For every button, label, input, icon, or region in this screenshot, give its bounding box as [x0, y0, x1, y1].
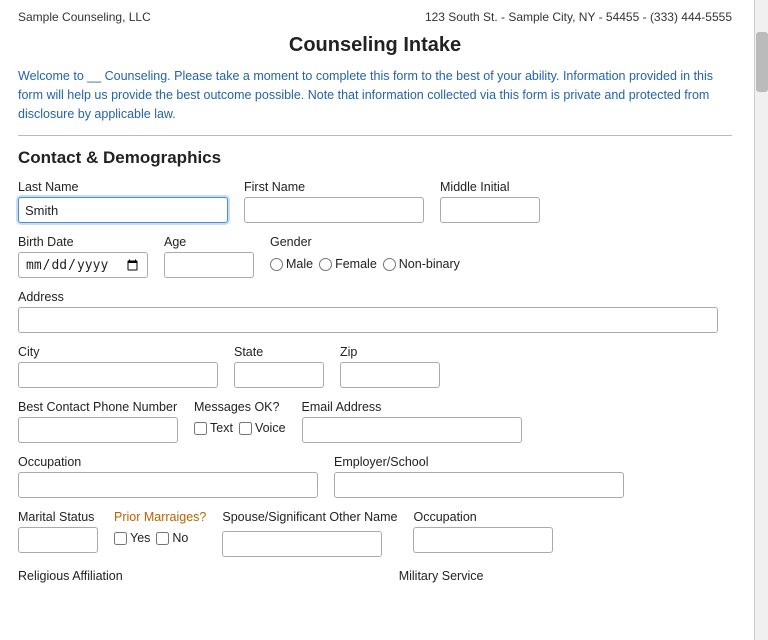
gender-male-option[interactable]: Male	[270, 257, 313, 271]
scrollbar-track	[754, 0, 768, 640]
gender-nonbinary-option[interactable]: Non-binary	[383, 257, 460, 271]
gender-nonbinary-label: Non-binary	[399, 257, 460, 271]
zip-input[interactable]	[340, 362, 440, 388]
state-label: State	[234, 345, 324, 359]
messages-voice-checkbox[interactable]	[239, 422, 252, 435]
birth-date-label: Birth Date	[18, 235, 148, 249]
messages-text-option[interactable]: Text	[194, 421, 233, 435]
company-name: Sample Counseling, LLC	[18, 10, 151, 24]
prior-yes-checkbox[interactable]	[114, 532, 127, 545]
gender-nonbinary-radio[interactable]	[383, 258, 396, 271]
spouse-occupation-label: Occupation	[413, 510, 553, 524]
first-name-label: First Name	[244, 180, 424, 194]
occupation-input[interactable]	[18, 472, 318, 498]
first-name-input[interactable]	[244, 197, 424, 223]
state-input[interactable]	[234, 362, 324, 388]
prior-yes-option[interactable]: Yes	[114, 531, 150, 545]
section-title-contact: Contact & Demographics	[18, 148, 732, 168]
age-input[interactable]	[164, 252, 254, 278]
company-address: 123 South St. - Sample City, NY - 54455 …	[425, 10, 732, 24]
address-input[interactable]	[18, 307, 718, 333]
middle-initial-input[interactable]	[440, 197, 540, 223]
phone-label: Best Contact Phone Number	[18, 400, 178, 414]
gender-female-label: Female	[335, 257, 377, 271]
messages-text-label: Text	[210, 421, 233, 435]
city-input[interactable]	[18, 362, 218, 388]
marital-status-input[interactable]	[18, 527, 98, 553]
employer-input[interactable]	[334, 472, 624, 498]
scrollbar-thumb[interactable]	[756, 32, 768, 92]
prior-marraiges-label: Prior Marraiges?	[114, 510, 206, 524]
messages-label: Messages OK?	[194, 400, 286, 414]
spouse-occupation-input[interactable]	[413, 527, 553, 553]
messages-text-checkbox[interactable]	[194, 422, 207, 435]
gender-label: Gender	[270, 235, 460, 249]
messages-voice-label: Voice	[255, 421, 286, 435]
middle-initial-label: Middle Initial	[440, 180, 540, 194]
spouse-name-label: Spouse/Significant Other Name	[222, 510, 397, 524]
phone-input[interactable]	[18, 417, 178, 443]
military-service-label: Military Service	[399, 569, 484, 583]
gender-female-radio[interactable]	[319, 258, 332, 271]
intro-text: Welcome to __ Counseling. Please take a …	[18, 67, 732, 123]
gender-male-label: Male	[286, 257, 313, 271]
email-input[interactable]	[302, 417, 522, 443]
address-label: Address	[18, 290, 718, 304]
employer-label: Employer/School	[334, 455, 624, 469]
gender-male-radio[interactable]	[270, 258, 283, 271]
prior-yes-label: Yes	[130, 531, 150, 545]
age-label: Age	[164, 235, 254, 249]
last-name-input[interactable]	[18, 197, 228, 223]
religious-affiliation-label: Religious Affiliation	[18, 569, 123, 583]
page-title: Counseling Intake	[18, 34, 732, 57]
birth-date-input[interactable]	[18, 252, 148, 278]
spouse-name-input[interactable]	[222, 531, 382, 557]
marital-status-label: Marital Status	[18, 510, 98, 524]
email-label: Email Address	[302, 400, 522, 414]
gender-female-option[interactable]: Female	[319, 257, 377, 271]
zip-label: Zip	[340, 345, 440, 359]
city-label: City	[18, 345, 218, 359]
prior-no-checkbox[interactable]	[156, 532, 169, 545]
last-name-label: Last Name	[18, 180, 228, 194]
occupation-label: Occupation	[18, 455, 318, 469]
divider	[18, 135, 732, 136]
messages-voice-option[interactable]: Voice	[239, 421, 286, 435]
prior-no-option[interactable]: No	[156, 531, 188, 545]
prior-no-label: No	[172, 531, 188, 545]
